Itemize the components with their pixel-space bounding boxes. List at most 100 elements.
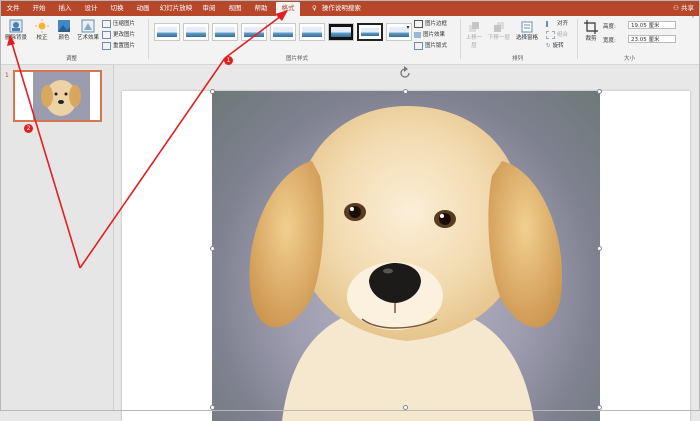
picture-border-label: 图片边框 (425, 21, 448, 27)
style-gallery-item[interactable] (299, 23, 325, 41)
tell-me-search[interactable]: ♀ 操作说明搜索 (312, 0, 361, 16)
remove-background-icon (9, 19, 23, 33)
bring-forward-button[interactable]: 上移一层 (464, 21, 484, 49)
collapse-ribbon-button[interactable]: ˄ (689, 16, 697, 23)
picture-effects-button[interactable]: 图片效果 (414, 30, 445, 38)
tab-design[interactable]: 设计 (80, 0, 102, 16)
compress-label: 压缩图片 (113, 21, 136, 27)
gallery-more-button[interactable]: ▾ (404, 24, 412, 31)
compress-pictures-button[interactable]: 压缩图片 (102, 19, 135, 28)
arrange-group-label: 排列 (512, 56, 524, 62)
bring-forward-icon (469, 22, 479, 32)
resize-handle[interactable] (210, 405, 215, 410)
style-gallery-item[interactable] (154, 23, 180, 41)
tab-view[interactable]: 视图 (224, 0, 246, 16)
effects-icon (414, 31, 421, 38)
person-icon: ⚇ (673, 4, 679, 12)
selection-pane-button[interactable]: 选择窗格 (514, 21, 540, 41)
reset-picture-button[interactable]: 重置图片 (102, 41, 135, 50)
style-gallery-item[interactable] (270, 23, 296, 41)
resize-handle[interactable] (597, 405, 602, 410)
align-button[interactable]: 对齐 (546, 19, 568, 27)
rotate-icon: ↻ (546, 43, 551, 49)
crop-button[interactable]: 裁剪 (582, 20, 600, 42)
slide-number: 1 (5, 72, 9, 79)
resize-handle[interactable] (403, 89, 408, 94)
reset-picture-label: 重置图片 (113, 43, 136, 49)
artistic-effects-label: 艺术效果 (76, 35, 99, 41)
share-button[interactable]: ⚇ 共享 (673, 0, 694, 16)
style-gallery-item[interactable] (183, 23, 209, 41)
picture-effects-label: 图片效果 (423, 32, 446, 38)
tab-slideshow[interactable]: 幻灯片放映 (158, 0, 194, 16)
tab-insert[interactable]: 插入 (54, 0, 76, 16)
group-button[interactable]: 组合 (546, 30, 568, 39)
compress-icon (102, 19, 111, 28)
group-divider (148, 19, 149, 59)
style-gallery-item[interactable] (357, 23, 383, 41)
tab-help[interactable]: 帮助 (250, 0, 272, 16)
corrections-label: 校正 (36, 35, 48, 41)
style-gallery-item[interactable] (328, 23, 354, 41)
lightbulb-icon: ♀ (312, 4, 317, 12)
color-button[interactable]: 颜色 (54, 19, 74, 41)
chevron-up-icon: ˄ (691, 16, 695, 23)
height-input[interactable]: 19.05 厘米 (628, 21, 676, 29)
change-picture-icon (102, 30, 111, 39)
style-gallery-item[interactable] (241, 23, 267, 41)
width-label: 宽度: (603, 38, 616, 44)
picture-layout-button[interactable]: 图片版式 (414, 41, 447, 50)
tab-review[interactable]: 审阅 (198, 0, 220, 16)
align-label: 对齐 (557, 21, 569, 27)
layout-icon (414, 41, 423, 50)
picture-layout-label: 图片版式 (425, 43, 448, 49)
styles-group-label: 图片样式 (286, 56, 309, 62)
artistic-effects-button[interactable]: 艺术效果 (76, 19, 100, 41)
puppy-image (249, 106, 563, 421)
rotate-label: 旋转 (552, 43, 564, 49)
annotation-badge-2: 2 (24, 124, 33, 133)
group-divider (577, 19, 578, 59)
rotate-handle-icon[interactable] (398, 66, 412, 80)
resize-handle[interactable] (597, 89, 602, 94)
corrections-button[interactable]: 校正 (32, 19, 52, 41)
tab-home[interactable]: 开始 (28, 0, 50, 16)
change-picture-button[interactable]: 更改图片 (102, 30, 135, 39)
change-picture-label: 更改图片 (113, 32, 136, 38)
color-icon (58, 20, 70, 32)
send-backward-button[interactable]: 下移一层 (488, 21, 510, 41)
group-label: 组合 (557, 32, 569, 38)
resize-handle[interactable] (597, 246, 602, 251)
selection-pane-icon (521, 21, 533, 33)
tab-file[interactable]: 文件 (2, 0, 24, 16)
artistic-effects-icon (81, 19, 95, 33)
dog-picture[interactable] (212, 91, 600, 421)
remove-background-button[interactable]: 删除背景 (2, 19, 30, 41)
search-label: 操作说明搜索 (321, 4, 361, 12)
ribbon-tab-bar: 文件 开始 插入 设计 切换 动画 幻灯片放映 审阅 视图 帮助 格式 ♀ 操作… (0, 0, 700, 16)
ribbon: 删除背景 校正 颜色 艺术效果 压缩图片 更改图片 重置图片 调整 ▾ 图片边框… (0, 16, 700, 65)
group-divider (460, 19, 461, 59)
align-icon (546, 20, 555, 27)
tab-transitions[interactable]: 切换 (106, 0, 128, 16)
picture-border-button[interactable]: 图片边框 (414, 19, 447, 28)
tab-format[interactable]: 格式 (276, 2, 300, 16)
dog-thumbnail-image (15, 72, 100, 120)
border-icon (414, 19, 423, 28)
rotate-button[interactable]: ↻ 旋转 (546, 41, 564, 49)
width-input[interactable]: 23.05 厘米 (628, 35, 676, 43)
reset-picture-icon (102, 41, 111, 50)
slide-thumbnail[interactable] (13, 70, 102, 122)
share-label: 共享 (681, 4, 694, 12)
tab-animations[interactable]: 动画 (132, 0, 154, 16)
resize-handle[interactable] (403, 405, 408, 410)
height-label: 高度: (603, 24, 616, 30)
remove-background-label: 删除背景 (4, 35, 27, 41)
chevron-down-icon: ▾ (406, 24, 410, 31)
resize-handle[interactable] (210, 246, 215, 251)
group-icon (546, 30, 555, 39)
resize-handle[interactable] (210, 89, 215, 94)
size-group-label: 大小 (624, 56, 636, 62)
adjust-group-label: 调整 (66, 56, 78, 62)
style-gallery-item[interactable] (212, 23, 238, 41)
